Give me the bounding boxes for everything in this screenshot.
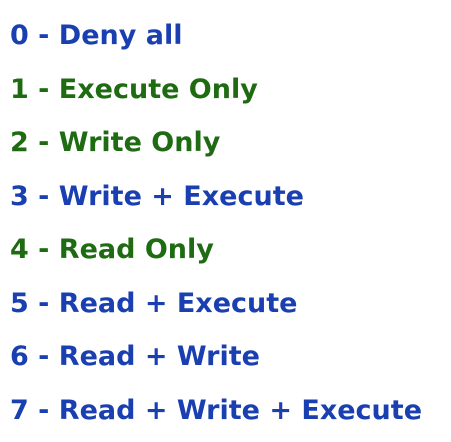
permission-item-6: 6 - Read + Write <box>10 335 422 389</box>
permission-item-2: 2 - Write Only <box>10 121 422 175</box>
permission-item-7: 7 - Read + Write + Execute <box>10 389 422 442</box>
permission-item-1: 1 - Execute Only <box>10 68 422 122</box>
permission-item-3: 3 - Write + Execute <box>10 175 422 229</box>
permission-list: 0 - Deny all 1 - Execute Only 2 - Write … <box>10 14 422 442</box>
permission-item-5: 5 - Read + Execute <box>10 282 422 336</box>
permission-item-0: 0 - Deny all <box>10 14 422 68</box>
permission-item-4: 4 - Read Only <box>10 228 422 282</box>
